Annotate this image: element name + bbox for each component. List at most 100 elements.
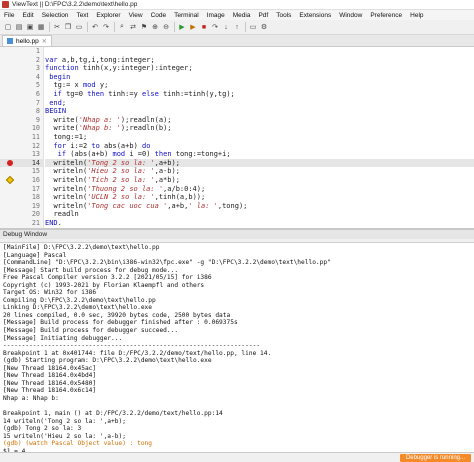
line-number[interactable]: 16 — [0, 176, 43, 185]
code-editor[interactable]: 1 2 3 4 5 6 7 8 9 10 11 12 13 14 15 16 17 18 19 20 21 var a,… — [0, 47, 474, 229]
code-line[interactable]: writeln('Hieu 2 so la: ',a-b); — [45, 167, 474, 176]
cut-icon[interactable]: ✂ — [52, 22, 62, 32]
line-number[interactable]: 19 — [0, 202, 43, 211]
console-line: [Message] Initiating debugger... — [3, 334, 123, 342]
undo-icon[interactable]: ↶ — [90, 22, 100, 32]
code-line[interactable]: write('Nhap a: ');readln(a); — [45, 116, 474, 125]
line-number-label: 12 — [31, 141, 40, 150]
step-over-icon[interactable]: ↷ — [210, 22, 220, 32]
code-line[interactable]: writeln('Tong 2 so la: ',a+b); — [45, 158, 474, 168]
line-number[interactable]: 4 — [0, 73, 43, 82]
save-all-icon[interactable]: ▦ — [36, 22, 46, 32]
zoom-out-icon[interactable]: ⊖ — [161, 22, 171, 32]
menu-item-text[interactable]: Text — [76, 12, 88, 19]
menu-item-help[interactable]: Help — [410, 12, 423, 19]
open-folder-icon[interactable]: ▤ — [14, 22, 24, 32]
line-number[interactable]: 13 — [0, 150, 43, 159]
code-line[interactable]: end; — [45, 99, 474, 108]
window-title: ViewText || D:\FPC\3.2.2\demo\text\hello… — [12, 1, 138, 8]
line-number[interactable]: 6 — [0, 90, 43, 99]
tab-label: hello.pp — [16, 37, 39, 45]
menu-item-media[interactable]: Media — [233, 12, 251, 19]
menu-item-view[interactable]: View — [129, 12, 143, 19]
code-line[interactable]: var a,b,tg,i,tong:integer; — [45, 56, 474, 65]
code-area[interactable]: var a,b,tg,i,tong:integer; function tinh(… — [44, 47, 474, 228]
code-line[interactable]: begin — [45, 73, 474, 82]
code-line[interactable]: if tg=0 then tinh:=y else tinh:=tinh(y,t… — [45, 90, 474, 99]
menu-item-pdf[interactable]: Pdf — [258, 12, 268, 19]
line-number[interactable]: 11 — [0, 133, 43, 142]
code-line[interactable]: writeln('Tong cac uoc cua ',a+b,' la: ',… — [45, 202, 474, 211]
line-number[interactable]: 3 — [0, 64, 43, 73]
code-line[interactable]: for i:=2 to abs(a+b) do — [45, 142, 474, 151]
current-line-marker-icon — [5, 175, 15, 185]
tab-hello-pp[interactable]: hello.pp ✕ — [2, 35, 52, 46]
line-number[interactable]: 7 — [0, 99, 43, 108]
code-line[interactable]: tg:= x mod y; — [45, 81, 474, 90]
terminal-icon[interactable]: ▭ — [248, 22, 258, 32]
menu-item-selection[interactable]: Selection — [42, 12, 69, 19]
line-number[interactable]: 2 — [0, 56, 43, 65]
run-icon[interactable]: ▶ — [177, 22, 187, 32]
code-line[interactable]: write('Nhap b: ');readln(b); — [45, 124, 474, 133]
line-number[interactable]: 12 — [0, 142, 43, 151]
line-number[interactable]: 10 — [0, 124, 43, 133]
menu-item-image[interactable]: Image — [207, 12, 225, 19]
settings-icon[interactable]: ⚙ — [259, 22, 269, 32]
line-number[interactable]: 17 — [0, 185, 43, 194]
code-line[interactable]: writeln('UCLN 2 so la: ',tinh(a,b)); — [45, 193, 474, 202]
step-out-icon[interactable]: ↑ — [232, 22, 242, 32]
code-line[interactable]: readln — [45, 210, 474, 219]
bookmark-icon[interactable]: ⚑ — [139, 22, 149, 32]
code-line[interactable]: writeln('Tich 2 so la: ',a*b); — [45, 176, 474, 185]
menu-item-tools[interactable]: Tools — [276, 12, 291, 19]
zoom-in-icon[interactable]: ⊕ — [150, 22, 160, 32]
line-number-label: 8 — [35, 107, 40, 116]
close-icon[interactable]: ✕ — [42, 38, 47, 45]
find-icon[interactable]: ⌕ — [117, 22, 127, 32]
console-line: Target OS: Win32 for i386 — [3, 289, 97, 297]
line-number[interactable]: 5 — [0, 81, 43, 90]
menu-item-explorer[interactable]: Explorer — [96, 12, 120, 19]
stop-icon[interactable]: ■ — [199, 22, 209, 32]
line-number[interactable]: 15 — [0, 167, 43, 176]
code-line[interactable] — [45, 47, 474, 56]
debug-icon[interactable]: ▶ — [188, 22, 198, 32]
code-line[interactable]: writeln('Thuong 2 so la: ',a/b:0:4); — [45, 185, 474, 194]
code-line[interactable]: if (abs(a+b) mod i =0) then tong:=tong+i… — [45, 150, 474, 159]
copy-icon[interactable]: ❐ — [63, 22, 73, 32]
line-number[interactable]: 8 — [0, 107, 43, 116]
console-line: 14 writeln('Tong 2 so la: ',a+b); — [3, 417, 126, 425]
paste-icon[interactable]: ▭ — [74, 22, 84, 32]
menu-item-code[interactable]: Code — [151, 12, 167, 19]
menu-item-file[interactable]: File — [4, 12, 14, 19]
code-line[interactable]: tong:=1; — [45, 133, 474, 142]
save-icon[interactable]: ▣ — [25, 22, 35, 32]
menu-item-terminal[interactable]: Terminal — [174, 12, 199, 19]
console-line: Breakpoint 1, main () at D:/FPC/3.2.2/de… — [3, 410, 223, 418]
replace-icon[interactable]: ⇄ — [128, 22, 138, 32]
menu-item-extensions[interactable]: Extensions — [299, 12, 331, 19]
line-number[interactable]: 21 — [0, 219, 43, 228]
console-line: Breakpoint 1 at 0x401744: file D:/FPC/3.… — [3, 349, 272, 357]
redo-icon[interactable]: ↷ — [101, 22, 111, 32]
menu-item-preference[interactable]: Preference — [370, 12, 402, 19]
line-number-label: 21 — [31, 218, 40, 227]
line-number[interactable]: 9 — [0, 116, 43, 125]
code-line[interactable]: END. — [45, 219, 474, 228]
new-file-icon[interactable]: ▢ — [3, 22, 13, 32]
code-line[interactable]: function tinh(x,y:integer):integer; — [45, 64, 474, 73]
line-number[interactable]: 1 — [0, 47, 43, 56]
line-number[interactable]: 18 — [0, 193, 43, 202]
line-number-gutter[interactable]: 1 2 3 4 5 6 7 8 9 10 11 12 13 14 15 16 17 18 19 20 21 — [0, 47, 44, 228]
menu-item-window[interactable]: Window — [339, 12, 362, 19]
code-line[interactable]: BEGIN — [45, 107, 474, 116]
menu-item-edit[interactable]: Edit — [22, 12, 33, 19]
debug-console[interactable]: [MainFile] D:\FPC\3.2.2\demo\text\hello.… — [0, 242, 474, 452]
toolbar-separator — [174, 22, 175, 32]
breakpoint-icon[interactable] — [7, 160, 13, 167]
line-number[interactable]: 20 — [0, 210, 43, 219]
console-line: 15 writeln('Hieu 2 so la: ',a-b); — [3, 432, 126, 440]
line-number[interactable]: 14 — [0, 158, 43, 168]
step-into-icon[interactable]: ↓ — [221, 22, 231, 32]
